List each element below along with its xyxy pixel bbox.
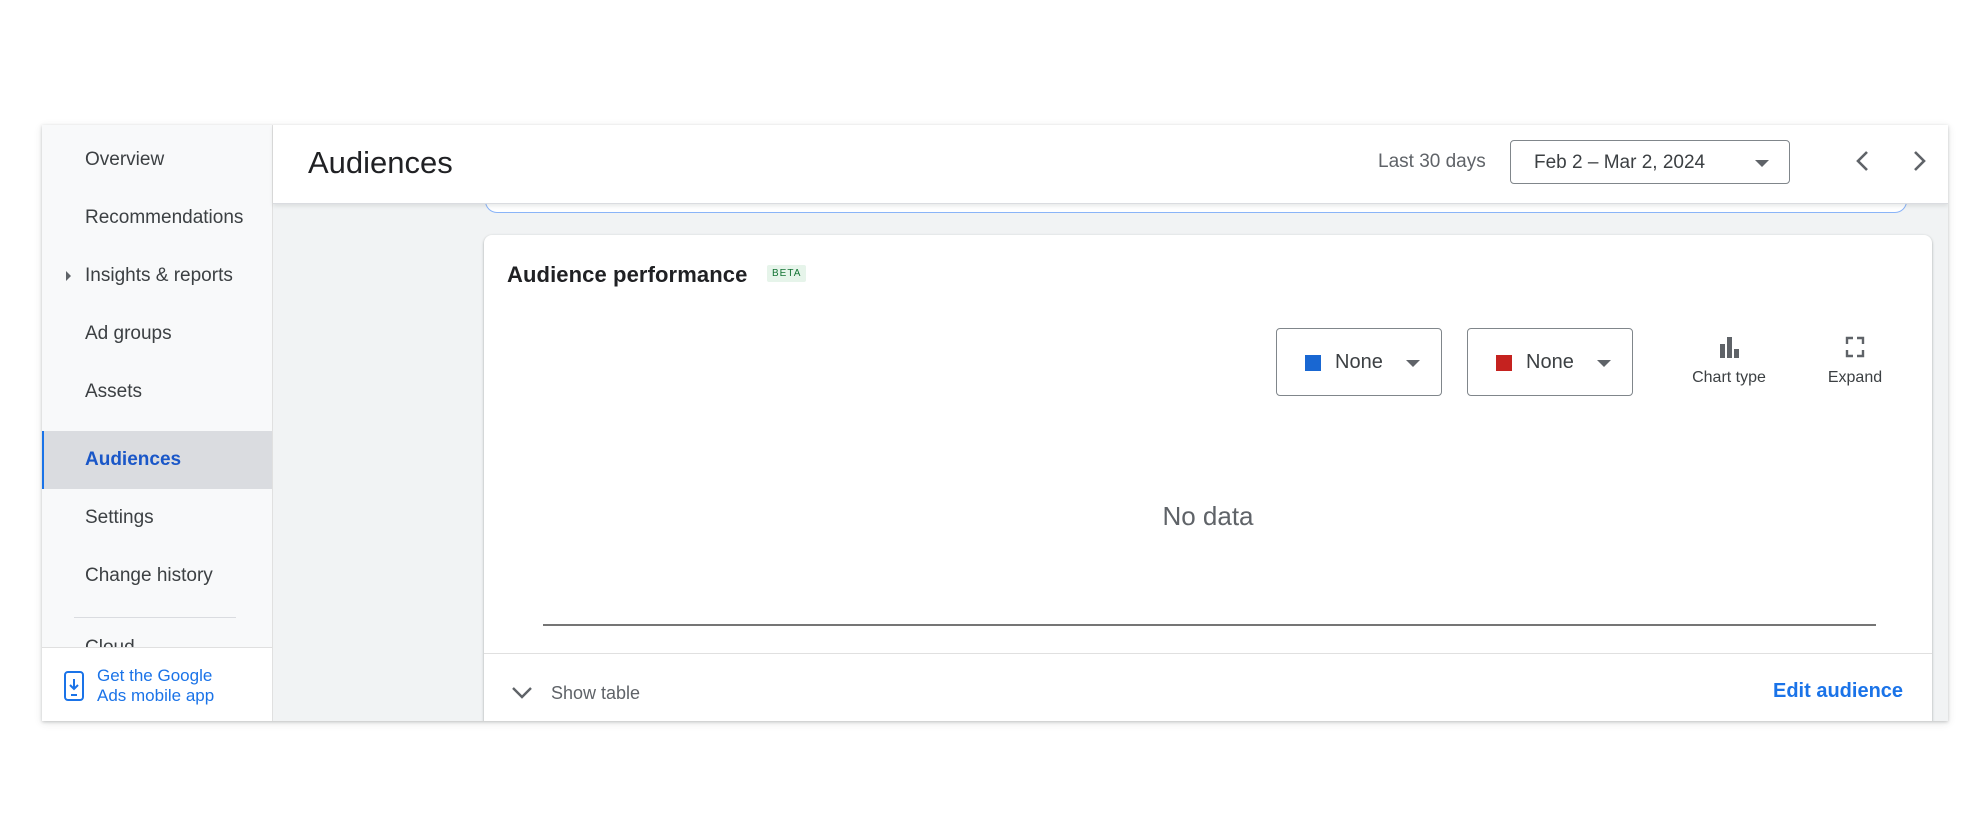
- main-content: Audiences Last 30 days Feb 2 – Mar 2, 20…: [273, 125, 1948, 721]
- phone-download-icon: [64, 671, 84, 701]
- expand-button[interactable]: Expand: [1800, 335, 1910, 395]
- sidebar-divider: [74, 617, 236, 618]
- date-range-value: Feb 2 – Mar 2, 2024: [1534, 152, 1706, 173]
- expand-caret-icon[interactable]: [66, 271, 71, 281]
- chart-type-button[interactable]: Chart type: [1674, 335, 1784, 395]
- sidebar-item-label: Assets: [85, 381, 143, 402]
- metric-select-secondary[interactable]: None: [1467, 328, 1633, 396]
- sidebar-item-settings[interactable]: Settings: [42, 489, 272, 547]
- sidebar-item-label: Ad groups: [85, 323, 172, 344]
- chart-type-label: Chart type: [1692, 369, 1766, 386]
- sidebar-item-audiences[interactable]: Audiences: [42, 431, 272, 489]
- chevron-left-icon: [1856, 151, 1868, 171]
- chevron-down-icon: [512, 687, 532, 699]
- expand-label: Expand: [1827, 369, 1883, 386]
- card-title: Audience performance: [507, 262, 748, 287]
- show-table-toggle[interactable]: Show table: [509, 678, 640, 708]
- dropdown-arrow-icon: [1597, 360, 1611, 367]
- card-footer: Show table Edit audience: [484, 653, 1932, 721]
- previous-period-button[interactable]: [1850, 147, 1876, 175]
- sidebar-item-label: Audiences: [85, 449, 182, 470]
- show-table-label: Show table: [551, 682, 641, 703]
- sidebar-item-label: Overview: [85, 149, 165, 170]
- mobile-app-line1: Get the Google: [97, 666, 213, 685]
- dropdown-arrow-icon: [1406, 360, 1420, 367]
- sidebar-item-change-history[interactable]: Change history: [42, 547, 272, 605]
- sidebar-item-recommendations[interactable]: Recommendations: [42, 189, 272, 247]
- dropdown-arrow-icon: [1755, 160, 1769, 167]
- mobile-app-promo[interactable]: Get the Google Ads mobile app: [42, 647, 272, 721]
- sidebar-item-label: Recommendations: [85, 207, 244, 228]
- series-color-swatch: [1496, 355, 1512, 371]
- page-title: Audiences: [308, 145, 453, 180]
- mobile-app-line2: Ads mobile app: [97, 686, 215, 705]
- empty-chart-message: No data: [1162, 501, 1254, 531]
- sidebar: Overview Recommendations Insights & repo…: [42, 125, 273, 721]
- bar-chart-icon: [1720, 337, 1739, 358]
- page-header: Audiences Last 30 days Feb 2 – Mar 2, 20…: [273, 125, 1948, 204]
- date-range-picker[interactable]: Feb 2 – Mar 2, 2024: [1510, 140, 1790, 184]
- metric-select-primary[interactable]: None: [1276, 328, 1442, 396]
- edit-audience-link[interactable]: Edit audience: [1773, 680, 1903, 703]
- chart-baseline: [543, 624, 1876, 626]
- next-period-button[interactable]: [1906, 147, 1932, 175]
- sidebar-item-label: Settings: [85, 507, 154, 528]
- date-range-label: Last 30 days: [1378, 151, 1486, 172]
- beta-badge: BETA: [767, 265, 807, 282]
- sidebar-item-overview[interactable]: Overview: [42, 131, 272, 189]
- sidebar-item-ad-groups[interactable]: Ad groups: [42, 305, 272, 363]
- series-color-swatch: [1305, 355, 1321, 371]
- app-window: Overview Recommendations Insights & repo…: [42, 125, 1948, 721]
- fullscreen-icon: [1845, 336, 1865, 358]
- metric-select-value: None: [1335, 351, 1383, 373]
- sidebar-item-label: Insights & reports: [85, 265, 233, 286]
- chevron-right-icon: [1914, 151, 1926, 171]
- sidebar-item-label: Change history: [85, 565, 213, 586]
- sidebar-item-insights-reports[interactable]: Insights & reports: [42, 247, 272, 305]
- audience-performance-card: Audience performance BETA None None Char…: [484, 235, 1932, 721]
- mobile-app-text[interactable]: Get the Google Ads mobile app: [97, 666, 257, 706]
- sidebar-item-assets[interactable]: Assets: [42, 363, 272, 421]
- metric-select-value: None: [1526, 351, 1574, 373]
